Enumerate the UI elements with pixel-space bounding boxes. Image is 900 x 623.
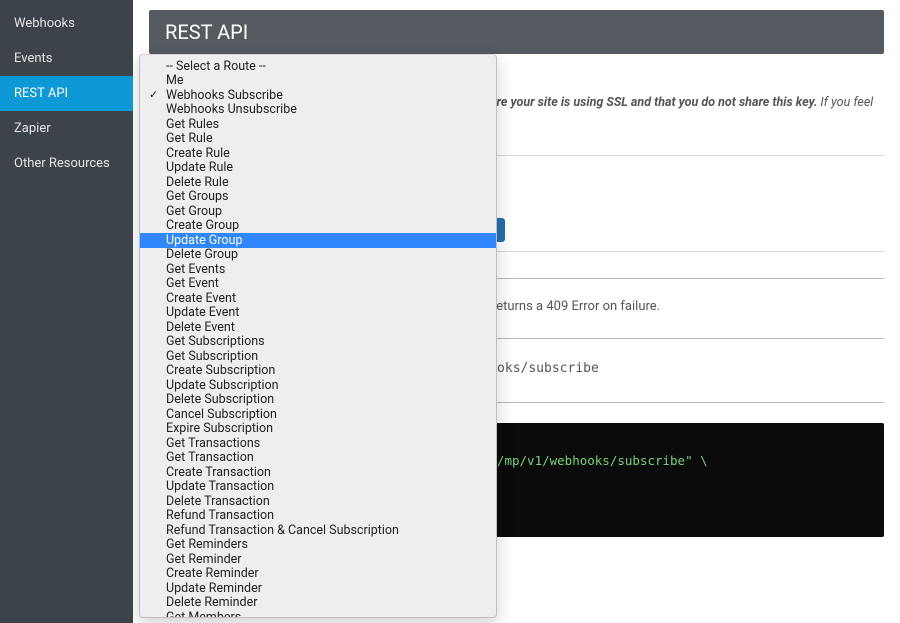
dropdown-option[interactable]: Create Transaction xyxy=(140,465,496,480)
dropdown-option[interactable]: Get Transaction xyxy=(140,451,496,466)
dropdown-option[interactable]: Refund Transaction & Cancel Subscription xyxy=(140,523,496,538)
sidebar-item-other-resources[interactable]: Other Resources xyxy=(0,146,133,181)
page-title: REST API xyxy=(149,10,884,54)
dropdown-option[interactable]: Update Event xyxy=(140,306,496,321)
sidebar: Webhooks Events REST API Zapier Other Re… xyxy=(0,0,133,623)
dropdown-option[interactable]: Get Rule xyxy=(140,132,496,147)
dropdown-option[interactable]: Delete Transaction xyxy=(140,494,496,509)
dropdown-option[interactable]: Create Rule xyxy=(140,146,496,161)
dropdown-option[interactable]: Create Subscription xyxy=(140,364,496,379)
dropdown-option[interactable]: Create Reminder xyxy=(140,567,496,582)
dropdown-option[interactable]: Get Events xyxy=(140,262,496,277)
dropdown-option[interactable]: Update Subscription xyxy=(140,378,496,393)
dropdown-option[interactable]: Update Reminder xyxy=(140,581,496,596)
dropdown-option[interactable]: Get Groups xyxy=(140,190,496,205)
route-select-dropdown[interactable]: -- Select a Route --MeWebhooks Subscribe… xyxy=(139,54,497,618)
sidebar-item-webhooks[interactable]: Webhooks xyxy=(0,6,133,41)
dropdown-option[interactable]: Get Reminders xyxy=(140,538,496,553)
dropdown-option[interactable]: Get Members xyxy=(140,610,496,618)
dropdown-option[interactable]: Get Reminder xyxy=(140,552,496,567)
dropdown-option[interactable]: Delete Rule xyxy=(140,175,496,190)
app-root: Webhooks Events REST API Zapier Other Re… xyxy=(0,0,900,623)
dropdown-option[interactable]: Webhooks Unsubscribe xyxy=(140,103,496,118)
dropdown-option[interactable]: Create Group xyxy=(140,219,496,234)
main-content: REST API e REST API. Please ensure your … xyxy=(133,0,900,623)
dropdown-option[interactable]: Refund Transaction xyxy=(140,509,496,524)
dropdown-option[interactable]: Get Subscriptions xyxy=(140,335,496,350)
dropdown-option[interactable]: Get Event xyxy=(140,277,496,292)
dropdown-option[interactable]: Delete Group xyxy=(140,248,496,263)
sidebar-item-zapier[interactable]: Zapier xyxy=(0,111,133,146)
dropdown-option[interactable]: Cancel Subscription xyxy=(140,407,496,422)
dropdown-option[interactable]: Update Rule xyxy=(140,161,496,176)
dropdown-option[interactable]: Webhooks Subscribe xyxy=(140,88,496,103)
dropdown-option[interactable]: Create Event xyxy=(140,291,496,306)
dropdown-placeholder[interactable]: -- Select a Route -- xyxy=(140,59,496,74)
sidebar-item-rest-api[interactable]: REST API xyxy=(0,76,133,111)
dropdown-option[interactable]: Get Group xyxy=(140,204,496,219)
dropdown-list: -- Select a Route --MeWebhooks Subscribe… xyxy=(140,55,496,618)
dropdown-option[interactable]: Me xyxy=(140,74,496,89)
dropdown-option[interactable]: Delete Subscription xyxy=(140,393,496,408)
dropdown-option[interactable]: Get Transactions xyxy=(140,436,496,451)
dropdown-option[interactable]: Get Subscription xyxy=(140,349,496,364)
dropdown-option[interactable]: Delete Reminder xyxy=(140,596,496,611)
action-button[interactable] xyxy=(497,218,505,242)
dropdown-option[interactable]: Update Transaction xyxy=(140,480,496,495)
sidebar-item-events[interactable]: Events xyxy=(0,41,133,76)
dropdown-option[interactable]: Update Group xyxy=(140,233,496,248)
dropdown-option[interactable]: Get Rules xyxy=(140,117,496,132)
dropdown-option[interactable]: Expire Subscription xyxy=(140,422,496,437)
dropdown-option[interactable]: Delete Event xyxy=(140,320,496,335)
